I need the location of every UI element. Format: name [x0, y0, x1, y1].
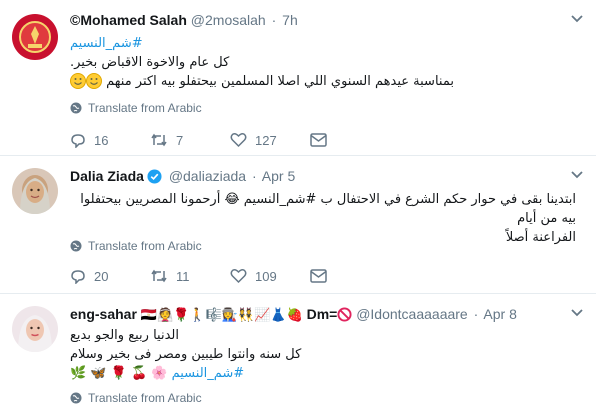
separator-dot: · [251, 168, 257, 184]
tweet-line: الدنيا ربيع والجو بديع [70, 328, 179, 343]
verified-badge-icon [147, 169, 162, 184]
tweet-actions: 20 11 109 [70, 266, 390, 286]
like-count: 109 [255, 268, 277, 284]
translate-label: Translate from Arabic [88, 391, 202, 405]
heart-icon [230, 269, 247, 284]
timeline: ©Mohamed Salah @2mosalah · 7h #شم_النسيم… [0, 0, 596, 408]
retweet-button[interactable]: 11 [150, 268, 230, 284]
tweet-timestamp[interactable]: Apr 8 [483, 306, 516, 322]
like-count: 127 [255, 132, 277, 148]
author-handle[interactable]: @Idontcaaaaaare [356, 306, 468, 322]
translate-label: Translate from Arabic [88, 239, 202, 253]
separator-dot: · [473, 306, 479, 322]
globe-icon [70, 392, 82, 404]
author-handle[interactable]: @2mosalah [191, 12, 266, 28]
reply-button[interactable]: 16 [70, 132, 150, 148]
tweet-header: Dalia Ziada @daliaziada · Apr 5 [70, 166, 562, 186]
tweet-header: eng-sahar 🇪🇬👰🌹🚶🎼👩‍🏭👯📈👗🍓 Dm= @Idontcaaaaa… [70, 304, 562, 324]
like-button[interactable]: 109 [230, 268, 310, 284]
retweet-count: 7 [176, 132, 184, 148]
avatar[interactable] [12, 14, 58, 60]
tweet[interactable]: Dalia Ziada @daliaziada · Apr 5 ابتدينا … [0, 156, 596, 294]
reply-icon [71, 270, 85, 284]
author-name[interactable]: eng-sahar [70, 306, 137, 322]
tweet-actions: 16 7 127 [70, 130, 390, 150]
chevron-down-icon[interactable] [570, 306, 584, 320]
tweet-timestamp[interactable]: 7h [282, 12, 298, 28]
tweet[interactable]: eng-sahar 🇪🇬👰🌹🚶🎼👩‍🏭👯📈👗🍓 Dm= @Idontcaaaaa… [0, 294, 596, 408]
author-name[interactable]: ©Mohamed Salah [70, 12, 187, 28]
author-name-suffix: Dm= [306, 306, 338, 322]
tweet-line: بمناسبة عيدهم السنوي اللي اصلا المسلمين … [106, 74, 454, 89]
name-emoji: 🇪🇬👰🌹🚶🎼👩‍🏭👯📈👗🍓 [140, 308, 303, 323]
chevron-down-icon[interactable] [570, 12, 584, 26]
no-entry-icon [337, 307, 352, 322]
separator-dot: · [271, 12, 277, 28]
smile-emoji-icon [70, 73, 86, 95]
retweet-button[interactable]: 7 [150, 132, 230, 148]
reply-icon [71, 134, 85, 148]
reply-count: 20 [94, 268, 109, 284]
author-name[interactable]: Dalia Ziada [70, 168, 144, 184]
hashtag-link[interactable]: #شم_النسيم [70, 34, 576, 53]
translate-link[interactable]: Translate from Arabic [70, 100, 202, 116]
avatar[interactable] [12, 306, 58, 352]
tweet-line: كل سنه وانتوا طيبين ومصر فى بخير وسلام [70, 347, 302, 362]
reply-count: 16 [94, 132, 109, 148]
retweet-count: 11 [176, 268, 190, 284]
tweet-line-with-emoji: بمناسبة عيدهم السنوي اللي اصلا المسلمين … [70, 72, 576, 95]
dm-button[interactable] [310, 269, 390, 283]
tweet-text: الدنيا ربيع والجو بديع كل سنه وانتوا طيب… [70, 326, 576, 383]
hashtag-link[interactable]: #شم_النسيم 🌸 🍒 🌹 🦋 🌿 [70, 364, 576, 383]
chevron-down-icon[interactable] [570, 168, 584, 182]
retweet-icon [151, 269, 167, 283]
tweet-text: #شم_النسيم كل عام والاخوة الاقباض بخير. … [70, 34, 576, 95]
tweet[interactable]: ©Mohamed Salah @2mosalah · 7h #شم_النسيم… [0, 0, 596, 156]
tweet-line: كل عام والاخوة الاقباض بخير. [70, 55, 230, 70]
heart-icon [230, 133, 247, 148]
translate-link[interactable]: Translate from Arabic [70, 390, 202, 406]
avatar[interactable] [12, 168, 58, 214]
like-button[interactable]: 127 [230, 132, 310, 148]
retweet-icon [151, 133, 167, 147]
translate-label: Translate from Arabic [88, 101, 202, 115]
tweet-header: ©Mohamed Salah @2mosalah · 7h [70, 10, 562, 30]
dm-button[interactable] [310, 133, 390, 147]
tweet-timestamp[interactable]: Apr 5 [262, 168, 295, 184]
translate-link[interactable]: Translate from Arabic [70, 238, 202, 254]
globe-icon [70, 240, 82, 252]
tweet-line: ابتدينا بقى في حوار حكم الشرع في الاحتفا… [80, 192, 576, 226]
smile-emoji-icon [86, 73, 102, 95]
envelope-icon [310, 133, 327, 147]
author-handle[interactable]: @daliaziada [169, 168, 246, 184]
globe-icon [70, 102, 82, 114]
reply-button[interactable]: 20 [70, 268, 150, 284]
envelope-icon [310, 269, 327, 283]
